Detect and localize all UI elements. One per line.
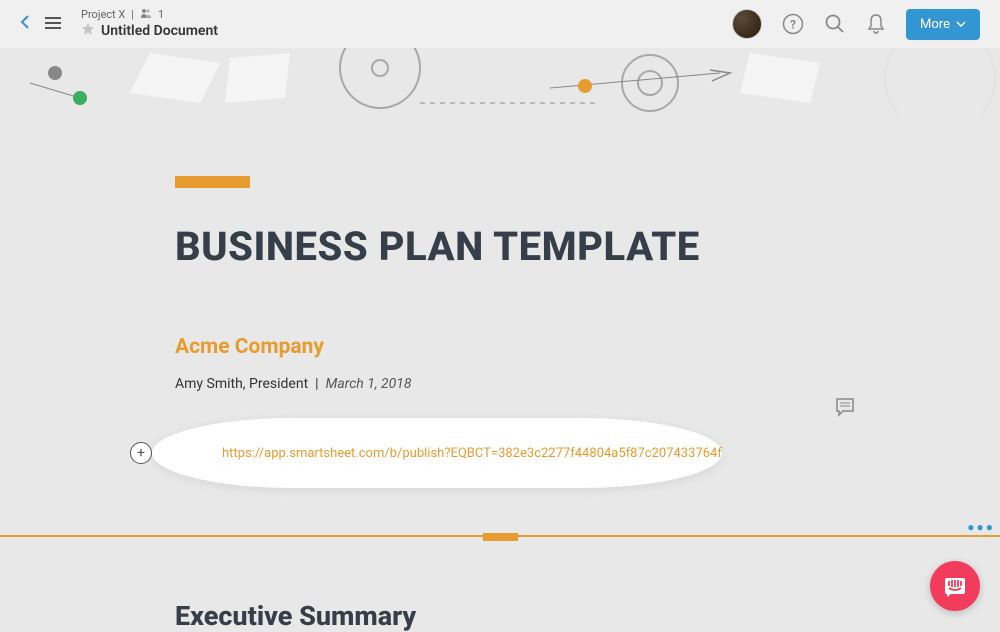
back-button[interactable] [20, 14, 30, 35]
user-count: 1 [158, 8, 164, 21]
bell-icon[interactable] [866, 13, 886, 35]
hero-banner [0, 48, 1000, 116]
author-name: Amy Smith, President [175, 376, 308, 392]
author-line: Amy Smith, President | March 1, 2018 [175, 376, 825, 392]
url-link[interactable]: https://app.smartsheet.com/b/publish?EQB… [222, 446, 722, 461]
doc-title-row: Untitled Document [81, 21, 218, 40]
comment-icon[interactable] [835, 397, 855, 421]
document-content: BUSINESS PLAN TEMPLATE Acme Company Amy … [0, 116, 1000, 488]
star-icon[interactable] [81, 21, 95, 40]
header-left: Project X | 1 Untitled Document [20, 8, 218, 40]
header-right: ? More [732, 9, 980, 40]
svg-text:?: ? [790, 18, 796, 32]
project-name[interactable]: Project X [81, 8, 125, 21]
url-block: + https://app.smartsheet.com/b/publish?E… [130, 418, 825, 488]
intercom-icon [942, 573, 968, 599]
chat-fab[interactable] [930, 561, 980, 611]
section-title: Executive Summary [175, 600, 416, 632]
section-divider [0, 535, 1000, 541]
document-date: March 1, 2018 [325, 376, 411, 392]
doc-info: Project X | 1 Untitled Document [81, 8, 218, 40]
url-bubble[interactable]: https://app.smartsheet.com/b/publish?EQB… [152, 418, 722, 488]
help-icon[interactable]: ? [782, 13, 804, 35]
doc-title[interactable]: Untitled Document [101, 23, 218, 39]
breadcrumb: Project X | 1 [81, 8, 218, 21]
users-icon [140, 8, 152, 21]
section-menu[interactable]: ●●● [967, 520, 995, 534]
add-block-button[interactable]: + [130, 442, 152, 464]
chevron-down-icon [956, 21, 966, 27]
more-button[interactable]: More [906, 9, 980, 40]
page-title: BUSINESS PLAN TEMPLATE [175, 223, 825, 270]
menu-button[interactable] [45, 15, 61, 34]
avatar[interactable] [732, 9, 762, 39]
company-name: Acme Company [175, 335, 825, 359]
search-icon[interactable] [824, 13, 846, 35]
more-label: More [920, 17, 950, 32]
accent-bar [175, 176, 250, 188]
app-header: Project X | 1 Untitled Document ? [0, 0, 1000, 48]
